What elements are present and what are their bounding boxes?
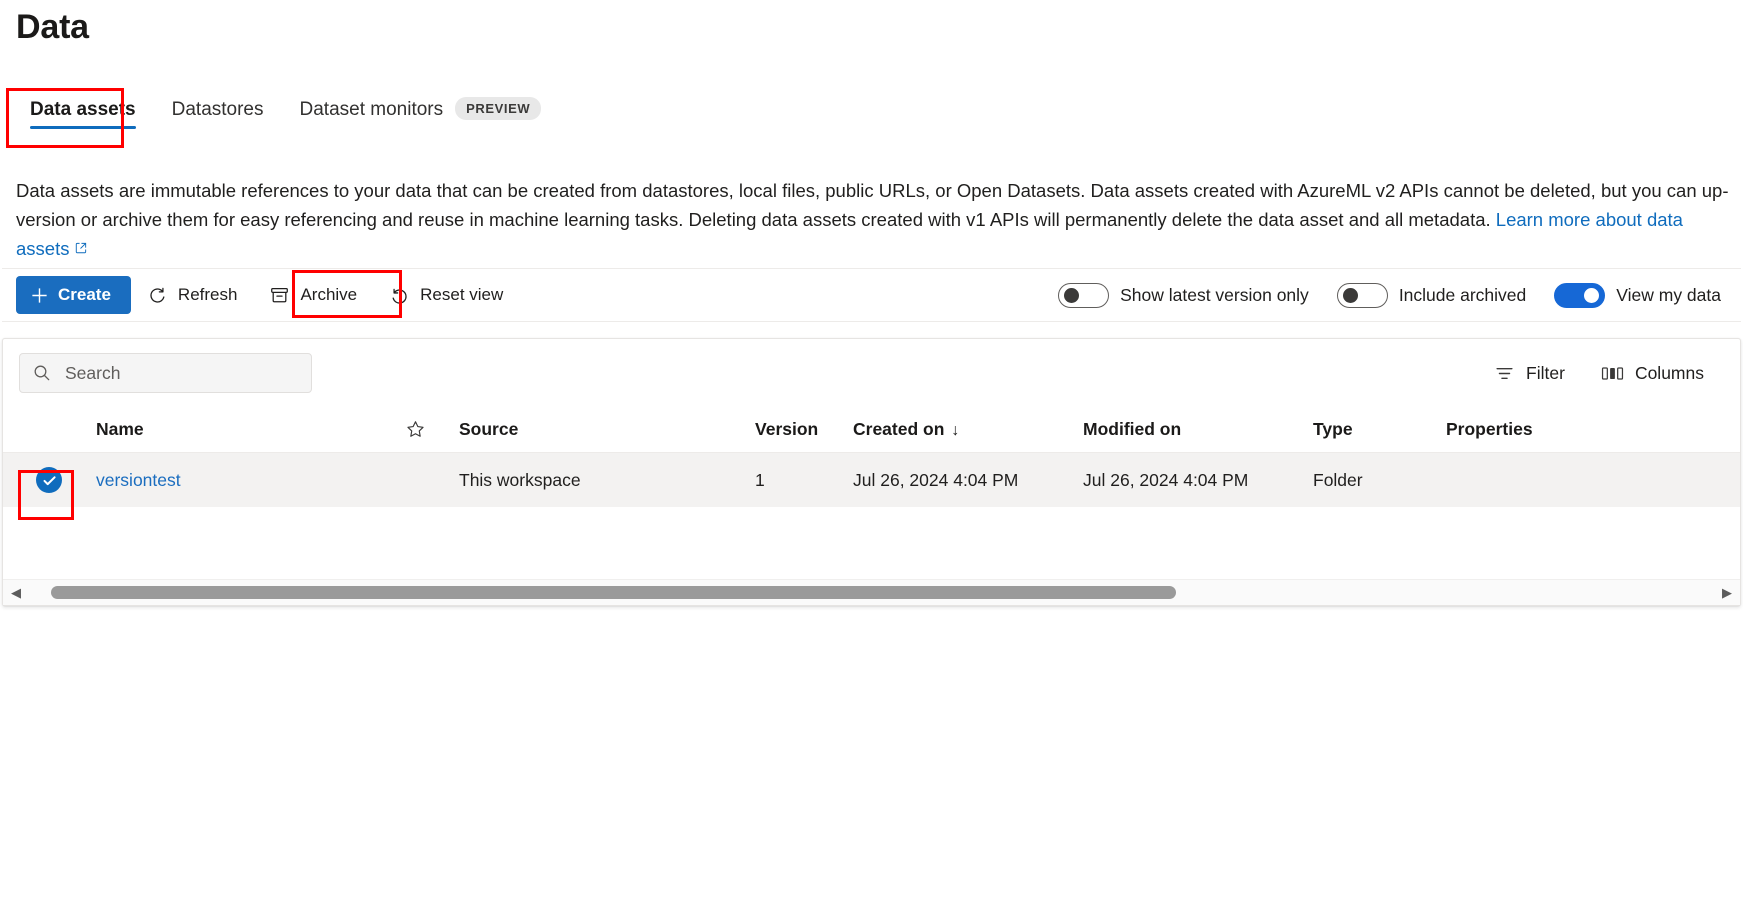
data-assets-card: Filter Columns Name Source Version Creat… bbox=[2, 338, 1741, 606]
row-modified-on-cell: Jul 26, 2024 4:04 PM bbox=[1083, 470, 1313, 491]
scrollbar-thumb[interactable] bbox=[51, 586, 1176, 599]
row-type-cell: Folder bbox=[1313, 470, 1446, 491]
grid-controls-right: Filter Columns bbox=[1480, 353, 1718, 393]
tab-bar: Data assets Datastores Dataset monitors … bbox=[12, 92, 559, 135]
toggle-show-latest-version-only[interactable] bbox=[1058, 283, 1109, 308]
filter-icon bbox=[1494, 363, 1515, 384]
tab-data-assets-label: Data assets bbox=[30, 99, 136, 121]
tab-datastores-label: Datastores bbox=[172, 99, 264, 121]
create-button-label: Create bbox=[58, 285, 111, 305]
columns-icon bbox=[1601, 363, 1624, 384]
toggle-include-archived-group: Include archived bbox=[1337, 283, 1526, 308]
reset-view-button-label: Reset view bbox=[420, 285, 503, 305]
row-checkbox-checked[interactable] bbox=[36, 467, 62, 493]
search-input[interactable] bbox=[63, 362, 299, 385]
toggle-include-archived-label: Include archived bbox=[1399, 285, 1526, 306]
refresh-icon bbox=[147, 285, 168, 306]
header-type[interactable]: Type bbox=[1313, 419, 1446, 440]
row-version-cell: 1 bbox=[755, 470, 853, 491]
tab-dataset-monitors-label: Dataset monitors bbox=[300, 99, 444, 121]
header-source[interactable]: Source bbox=[459, 419, 755, 440]
toggle-include-archived[interactable] bbox=[1337, 283, 1388, 308]
data-assets-page: Data Data assets Datastores Dataset moni… bbox=[0, 0, 1743, 900]
tab-dataset-monitors[interactable]: Dataset monitors PREVIEW bbox=[282, 92, 560, 135]
data-assets-grid: Name Source Version Created on ↓ Modified… bbox=[3, 407, 1740, 507]
page-description: Data assets are immutable references to … bbox=[16, 176, 1730, 263]
star-icon[interactable] bbox=[405, 419, 459, 440]
header-version[interactable]: Version bbox=[755, 419, 853, 440]
header-favorite-cell bbox=[405, 419, 459, 440]
toggle-knob bbox=[1343, 288, 1358, 303]
filter-button[interactable]: Filter bbox=[1480, 353, 1579, 393]
toggle-view-my-data[interactable] bbox=[1554, 283, 1605, 308]
data-asset-link[interactable]: versiontest bbox=[96, 470, 181, 490]
header-modified-on[interactable]: Modified on bbox=[1083, 419, 1313, 440]
page-title: Data bbox=[16, 8, 89, 47]
external-link-icon bbox=[73, 241, 88, 256]
tab-datastores[interactable]: Datastores bbox=[154, 93, 282, 135]
tab-data-assets[interactable]: Data assets bbox=[12, 93, 154, 135]
reset-icon bbox=[389, 285, 410, 306]
toolbar-right-group: Show latest version only Include archive… bbox=[1030, 283, 1741, 308]
toggle-knob bbox=[1064, 288, 1079, 303]
grid-header-row: Name Source Version Created on ↓ Modified… bbox=[3, 407, 1740, 453]
archive-button[interactable]: Archive bbox=[253, 275, 373, 315]
toggle-view-my-data-group: View my data bbox=[1554, 283, 1721, 308]
row-select-cell bbox=[3, 467, 95, 493]
scrollbar-track[interactable] bbox=[29, 580, 1714, 606]
columns-button[interactable]: Columns bbox=[1587, 353, 1718, 393]
table-row[interactable]: versiontest This workspace 1 Jul 26, 202… bbox=[3, 453, 1740, 507]
create-button[interactable]: Create bbox=[16, 276, 131, 314]
refresh-button[interactable]: Refresh bbox=[131, 275, 254, 315]
search-box[interactable] bbox=[19, 353, 312, 393]
description-text: Data assets are immutable references to … bbox=[16, 180, 1729, 230]
filter-button-label: Filter bbox=[1526, 363, 1565, 384]
command-toolbar: Create Refresh Archive Reset view Show l… bbox=[2, 268, 1741, 322]
header-properties[interactable]: Properties bbox=[1446, 419, 1626, 440]
columns-button-label: Columns bbox=[1635, 363, 1704, 384]
toggle-knob bbox=[1584, 288, 1599, 303]
search-icon bbox=[32, 363, 52, 383]
toggle-show-latest-version-only-group: Show latest version only bbox=[1058, 283, 1309, 308]
archive-icon bbox=[269, 285, 290, 306]
sort-descending-icon: ↓ bbox=[951, 422, 959, 439]
toggle-view-my-data-label: View my data bbox=[1616, 285, 1721, 306]
preview-badge: PREVIEW bbox=[455, 97, 541, 120]
toolbar-left-group: Create Refresh Archive Reset view bbox=[2, 275, 519, 315]
horizontal-scrollbar[interactable]: ◀ ▶ bbox=[3, 579, 1740, 605]
refresh-button-label: Refresh bbox=[178, 285, 238, 305]
header-name[interactable]: Name bbox=[95, 419, 405, 440]
header-created-on[interactable]: Created on ↓ bbox=[853, 419, 1083, 440]
header-created-on-label: Created on bbox=[853, 419, 944, 439]
scroll-right-arrow-icon[interactable]: ▶ bbox=[1714, 585, 1740, 601]
reset-view-button[interactable]: Reset view bbox=[373, 275, 519, 315]
toggle-show-latest-version-only-label: Show latest version only bbox=[1120, 285, 1309, 306]
row-created-on-cell: Jul 26, 2024 4:04 PM bbox=[853, 470, 1083, 491]
row-name-cell: versiontest bbox=[95, 470, 405, 491]
grid-controls: Filter Columns bbox=[3, 339, 1740, 407]
scroll-left-arrow-icon[interactable]: ◀ bbox=[3, 585, 29, 601]
row-source-cell: This workspace bbox=[459, 470, 755, 491]
archive-button-label: Archive bbox=[300, 285, 357, 305]
plus-icon bbox=[30, 286, 49, 305]
